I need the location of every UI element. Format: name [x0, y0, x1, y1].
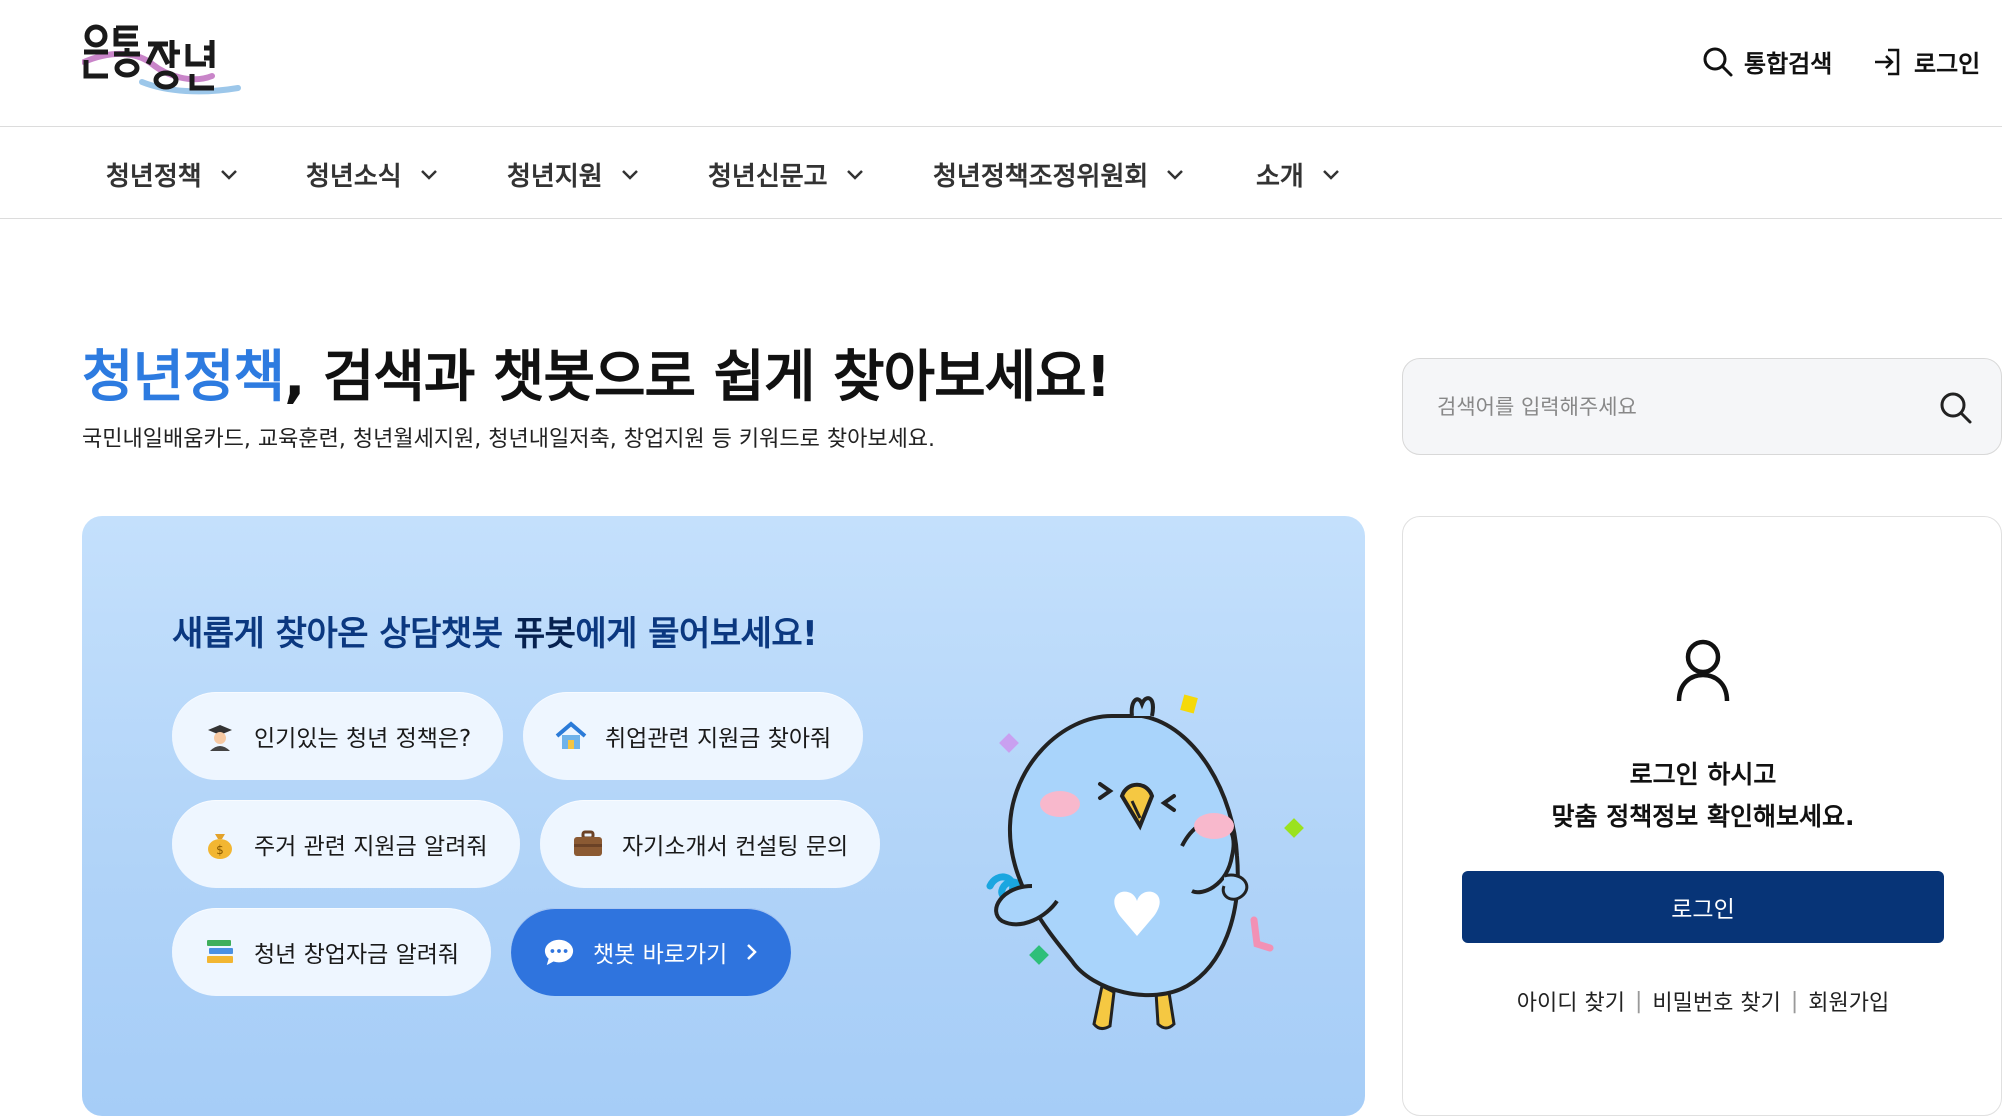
briefcase-icon [572, 828, 604, 860]
house-icon [555, 720, 587, 752]
chevron-down-icon [420, 169, 437, 180]
chip-popular-policy[interactable]: 인기있는 청년 정책은? [172, 692, 504, 780]
chevron-down-icon [621, 169, 638, 180]
signup-link[interactable]: 회원가입 [1808, 985, 1889, 1017]
chevron-down-icon [1322, 169, 1339, 180]
integrated-search-link[interactable]: 통합검색 [1702, 44, 1832, 79]
nav-item-label: 소개 [1256, 162, 1304, 192]
find-password-link[interactable]: 비밀번호 찾기 [1652, 985, 1780, 1017]
chip-employment-grant[interactable]: 취업관련 지원금 찾아줘 [523, 692, 864, 780]
graduate-icon [204, 720, 236, 752]
chip-startup-fund[interactable]: 청년 창업자금 알려줘 [172, 908, 492, 996]
chatbot-title-pre: 새롭게 찾아온 상담챗봇 [172, 614, 514, 654]
chatbot-title-post: 에게 물어보세요! [575, 614, 818, 654]
chatbot-name: 퓨봇 [513, 614, 576, 654]
login-icon [1875, 48, 1900, 75]
chevron-down-icon [220, 169, 237, 180]
chip-cover-letter[interactable]: 자기소개서 컨설팅 문의 [540, 800, 881, 888]
chip-label: 주거 관련 지원금 알려줘 [254, 834, 488, 860]
header-login-label: 로그인 [1914, 50, 1981, 78]
money-bag-icon: $ [204, 828, 236, 860]
nav-item-label: 청년정책 [106, 162, 202, 192]
nav-item-label: 청년신문고 [708, 162, 828, 192]
books-icon [204, 936, 236, 968]
account-links: 아이디 찾기 | 비밀번호 찾기 | 회원가입 [1403, 985, 2002, 1017]
site-header: 통합검색 로그인 [0, 0, 2002, 127]
chevron-down-icon [1167, 169, 1184, 180]
nav-item-youth-support[interactable]: 청년지원 [507, 156, 639, 193]
chip-housing-grant[interactable]: $ 주거 관련 지원금 알려줘 [172, 800, 520, 888]
nav-item-youth-policy[interactable]: 청년정책 [106, 156, 238, 193]
svg-text:$: $ [216, 843, 224, 857]
policy-search-box [1402, 358, 2002, 455]
policy-search-button[interactable] [1937, 389, 1975, 427]
nav-item-policy-committee[interactable]: 청년정책조정위원회 [933, 156, 1184, 193]
login-button[interactable]: 로그인 [1462, 871, 1944, 943]
chatbot-mascot-illustration [986, 694, 1304, 1031]
chip-label: 인기있는 청년 정책은? [254, 726, 472, 752]
link-separator: | [1634, 988, 1643, 1014]
site-logo[interactable] [81, 22, 242, 100]
chatbot-title: 새롭게 찾아온 상담챗봇 퓨봇에게 물어보세요! [172, 606, 818, 655]
find-id-link[interactable]: 아이디 찾기 [1517, 985, 1625, 1017]
chip-label: 취업관련 지원금 찾아줘 [605, 726, 832, 752]
chatbot-card: 새롭게 찾아온 상담챗봇 퓨봇에게 물어보세요! 인기있는 청년 정책은? 취업… [82, 516, 1365, 1116]
nav-item-about[interactable]: 소개 [1256, 156, 1340, 193]
main-navigation: 청년정책 청년소식 청년지원 청년신문고 청년정책조정위원회 소개 [0, 128, 2002, 219]
policy-search-input[interactable] [1437, 387, 1897, 427]
user-icon [1676, 639, 1730, 702]
chip-label: 청년 창업자금 알려줘 [254, 942, 460, 968]
link-separator: | [1790, 988, 1799, 1014]
chip-label: 자기소개서 컨설팅 문의 [622, 834, 849, 860]
login-card: 로그인 하시고 맞춤 정책정보 확인해보세요. 로그인 아이디 찾기 | 비밀번… [1402, 516, 2002, 1116]
chatbot-shortcut-button[interactable]: 챗봇 바로가기 [511, 908, 792, 996]
nav-item-label: 청년소식 [306, 162, 402, 192]
integrated-search-label: 통합검색 [1744, 50, 1833, 78]
search-icon [1703, 47, 1733, 76]
chevron-down-icon [846, 169, 863, 180]
hero-title-accent: 청년정책 [82, 345, 285, 410]
nav-item-youth-news[interactable]: 청년소식 [306, 156, 438, 193]
nav-item-label: 청년지원 [507, 162, 603, 192]
login-message-line1: 로그인 하시고 [1629, 760, 1777, 789]
hero-subtitle: 국민내일배움카드, 교육훈련, 청년월세지원, 청년내일저축, 창업지원 등 키… [82, 427, 936, 452]
login-message-line2: 맞춤 정책정보 확인해보세요. [1551, 802, 1855, 831]
logo-image [81, 24, 241, 95]
nav-item-youth-petition[interactable]: 청년신문고 [708, 156, 864, 193]
chatbot-shortcut-label: 챗봇 바로가기 [593, 942, 728, 968]
hero-title: 청년정책, 검색과 챗봇으로 쉽게 찾아보세요! [82, 332, 1111, 413]
header-login-link[interactable]: 로그인 [1872, 44, 1980, 79]
chat-bubble-icon [543, 936, 575, 968]
chevron-right-icon [747, 944, 758, 960]
nav-item-label: 청년정책조정위원회 [933, 162, 1149, 192]
search-icon [1940, 392, 1972, 424]
hero-title-rest: , 검색과 챗봇으로 쉽게 찾아보세요! [284, 345, 1111, 410]
